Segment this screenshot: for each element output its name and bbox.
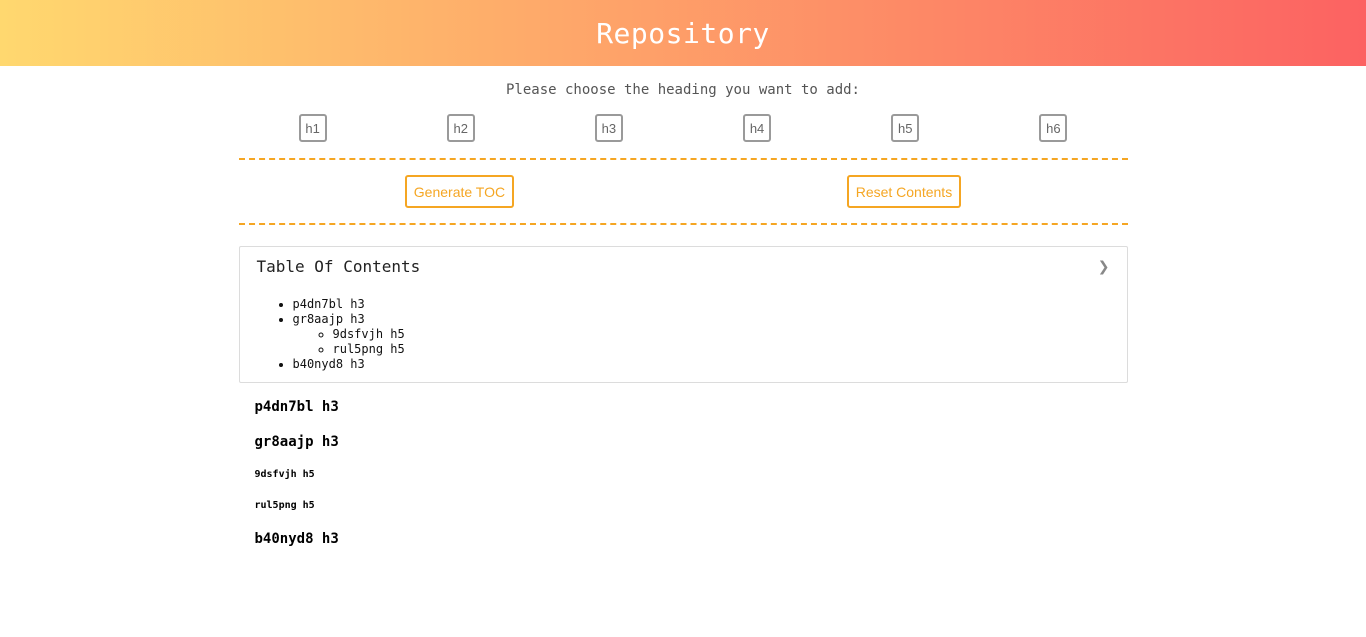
content-heading-h3: p4dn7bl h3 xyxy=(254,399,339,415)
add-h6-button[interactable]: h6 xyxy=(1039,114,1068,142)
toc-item[interactable]: gr8aajp h3 9dsfvjh h5 rul5png h5 xyxy=(293,312,1110,357)
toc-header[interactable]: Table Of Contents ❯ xyxy=(257,257,1110,276)
add-h1-button[interactable]: h1 xyxy=(298,114,327,142)
add-h3-button[interactable]: h3 xyxy=(594,114,623,142)
add-h5-button[interactable]: h5 xyxy=(891,114,920,142)
toc-item[interactable]: p4dn7bl h3 xyxy=(293,297,1110,312)
heading-button-row: h1 h2 h3 h4 h5 h6 xyxy=(239,114,1128,142)
content-area: p4dn7bl h3 gr8aajp h3 9dsfvjh h5 rul5png… xyxy=(239,399,1128,547)
page-title: Repository xyxy=(596,16,770,50)
add-h4-button[interactable]: h4 xyxy=(743,114,772,142)
content-heading-h3: b40nyd8 h3 xyxy=(254,531,339,547)
add-h2-button[interactable]: h2 xyxy=(446,114,475,142)
toc-title: Table Of Contents xyxy=(256,257,421,276)
reset-contents-button[interactable]: Reset Contents xyxy=(846,175,962,208)
generate-toc-button[interactable]: Generate TOC xyxy=(404,175,515,208)
content-heading-h5: rul5png h5 xyxy=(254,500,315,511)
toc-subitem[interactable]: 9dsfvjh h5 xyxy=(333,327,1110,342)
main-container: Please choose the heading you want to ad… xyxy=(238,82,1128,547)
chevron-right-icon[interactable]: ❯ xyxy=(1098,259,1110,275)
toc-item[interactable]: b40nyd8 h3 xyxy=(293,357,1110,372)
heading-prompt: Please choose the heading you want to ad… xyxy=(505,82,860,98)
content-heading-h5: 9dsfvjh h5 xyxy=(254,469,315,480)
content-heading-h3: gr8aajp h3 xyxy=(254,434,339,450)
toc-sublist: 9dsfvjh h5 rul5png h5 xyxy=(293,327,1110,357)
action-button-row: Generate TOC Reset Contents xyxy=(239,160,1128,223)
divider-bottom xyxy=(238,223,1128,225)
toc-subitem[interactable]: rul5png h5 xyxy=(333,342,1110,357)
toc-list: p4dn7bl h3 gr8aajp h3 9dsfvjh h5 rul5png… xyxy=(257,297,1110,372)
toc-card: Table Of Contents ❯ p4dn7bl h3 gr8aajp h… xyxy=(238,246,1128,383)
page-header: Repository xyxy=(0,0,1366,66)
